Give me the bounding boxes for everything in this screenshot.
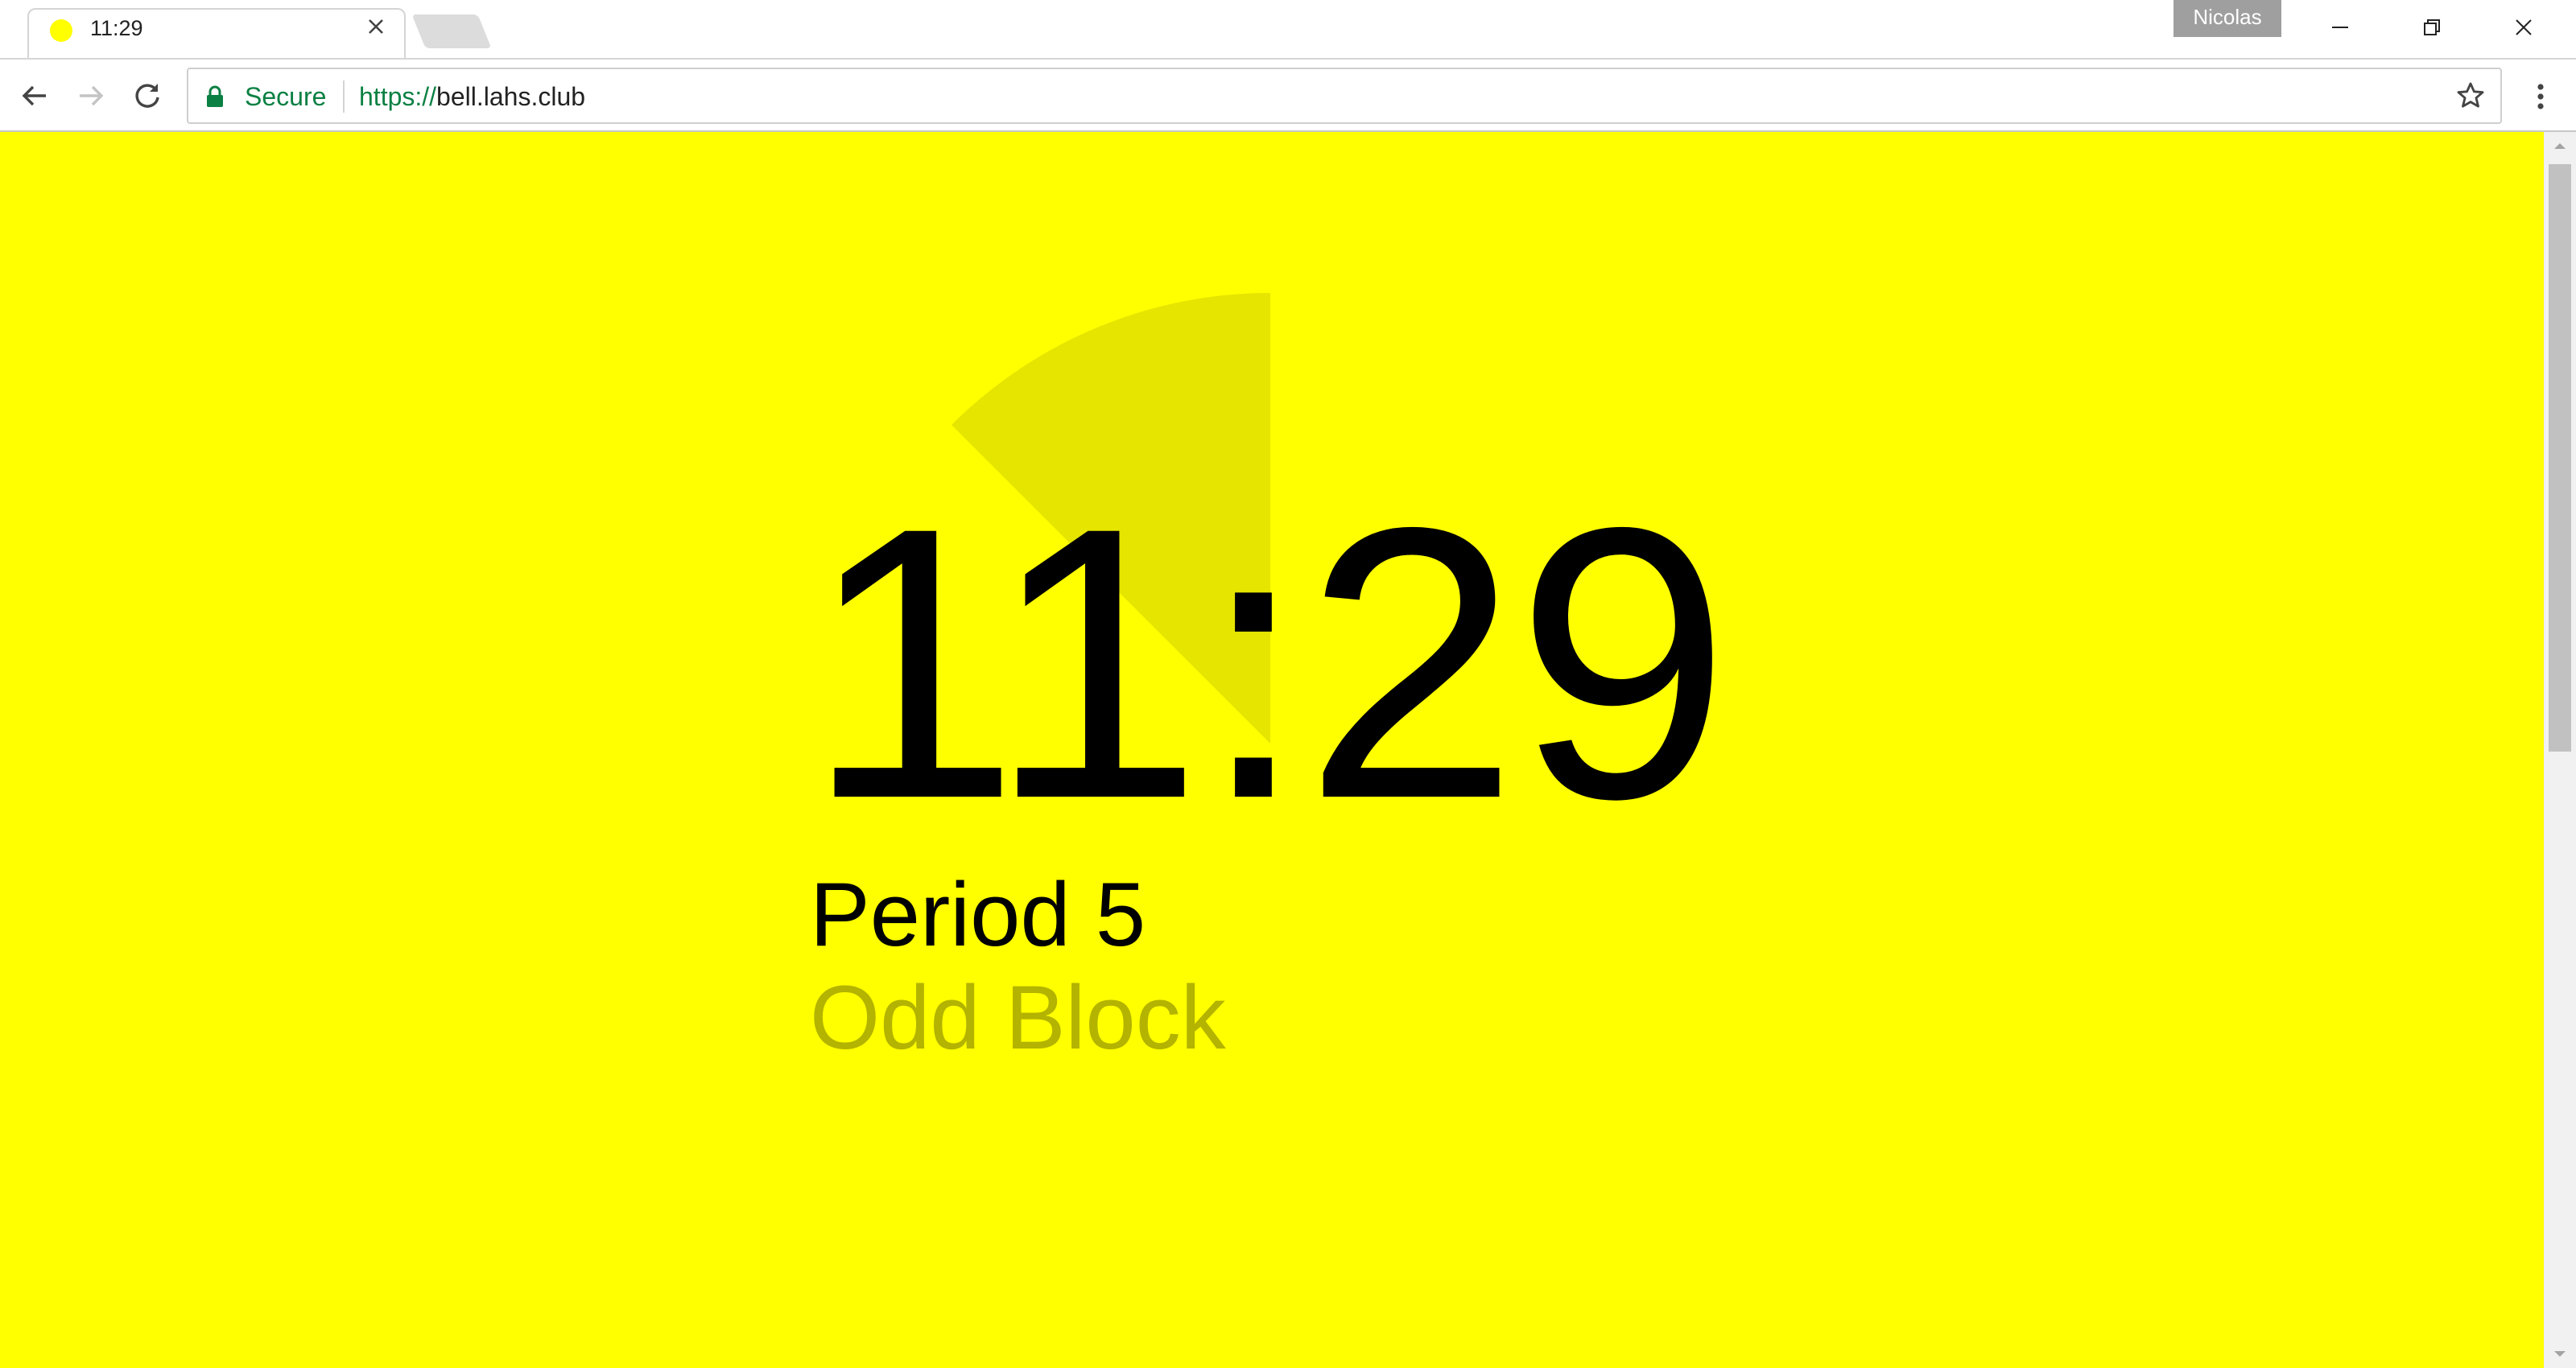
minimize-button[interactable] [2294,0,2386,53]
secure-label[interactable]: Secure [245,82,326,112]
window-close-button[interactable] [2478,0,2570,53]
current-period: Period 5 [810,864,1146,965]
arrow-right-icon [80,85,104,106]
scroll-thumb[interactable] [2549,164,2571,752]
lock-icon [206,85,224,112]
close-icon [2516,19,2532,35]
more-vert-icon[interactable] [2523,77,2558,116]
url-text[interactable]: https://bell.lahs.club [359,82,585,112]
title-bar: 11:29 Nicolas [0,0,2576,58]
current-time: 11:29 [805,447,1731,879]
browser-toolbar: Secure https://bell.lahs.club [0,58,2576,132]
back-button[interactable] [13,74,56,117]
new-tab-button[interactable] [411,14,492,48]
forward-button[interactable] [69,74,113,117]
yellow-circle-icon [50,19,72,42]
bell-schedule-page: 11:29 Period 5 Odd Block [0,132,2544,1368]
close-icon[interactable] [364,16,388,40]
restore-icon [2424,19,2440,36]
profile-button[interactable]: Nicolas [2174,0,2281,37]
arrow-left-icon [22,85,46,106]
schedule-name: Odd Block [810,967,1226,1068]
restore-button[interactable] [2386,0,2478,53]
reload-button[interactable] [126,74,169,117]
browser-tab[interactable]: 11:29 [27,8,406,58]
url-scheme: https:// [359,82,437,111]
address-bar[interactable]: Secure https://bell.lahs.club [187,68,2502,124]
scroll-up-arrow-icon[interactable] [2544,132,2576,159]
omnibox-divider [343,80,345,113]
minimize-icon [2332,27,2348,29]
vertical-scrollbar[interactable] [2544,132,2576,1368]
star-icon[interactable] [2455,80,2486,115]
scroll-down-arrow-icon[interactable] [2544,1341,2576,1368]
tab-title: 11:29 [90,16,143,40]
reload-icon [135,84,159,108]
url-host: bell.lahs.club [436,82,586,111]
